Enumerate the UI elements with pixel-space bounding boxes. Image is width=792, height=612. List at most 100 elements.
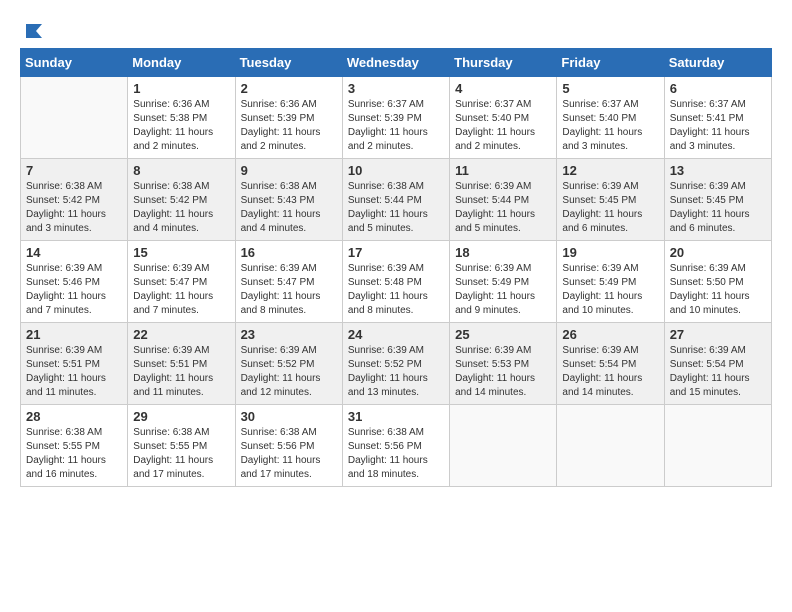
day-cell: 19Sunrise: 6:39 AM Sunset: 5:49 PM Dayli…: [557, 241, 664, 323]
day-cell: 21 Sunrise: 6:39 AM Sunset: 5:51 PM Dayli…: [21, 323, 128, 405]
day-info: Sunrise: 6:38 AM Sunset: 5:55 PM Dayligh…: [133, 426, 229, 482]
calendar: SundayMondayTuesdayWednesdayThursdayFrid…: [20, 48, 772, 487]
day-cell: 13 Sunrise: 6:39 AM Sunset: 5:45 PM Dayli…: [664, 159, 771, 241]
header-row: SundayMondayTuesdayWednesdayThursdayFrid…: [21, 49, 772, 77]
day-number: 18: [455, 245, 551, 260]
day-info: Sunrise: 6:37 AM Sunset: 5:40 PM Dayligh…: [455, 98, 551, 154]
day-info: Sunrise: 6:38 AM Sunset: 5:42 PM Dayligh…: [133, 180, 229, 236]
day-info: Sunrise: 6:39 AM Sunset: 5:47 PM Dayligh…: [133, 262, 229, 318]
day-info: Sunrise: 6:39 AM Sunset: 5:52 PM Dayligh…: [241, 344, 337, 400]
day-info: Sunrise: 6:37 AM Sunset: 5:39 PM Dayligh…: [348, 98, 444, 154]
day-info: Sunrise: 6:39 AM Sunset: 5:45 PM Dayligh…: [670, 180, 766, 236]
day-number: 2: [241, 81, 337, 96]
day-info: Sunrise: 6:36 AM Sunset: 5:39 PM Dayligh…: [241, 98, 337, 154]
day-number: 17: [348, 245, 444, 260]
day-info: Sunrise: 6:39 AM Sunset: 5:54 PM Dayligh…: [670, 344, 766, 400]
day-number: 8: [133, 163, 229, 178]
day-cell: 9 Sunrise: 6:38 AM Sunset: 5:43 PM Daylig…: [235, 159, 342, 241]
day-number: 6: [670, 81, 766, 96]
week-row-4: 21 Sunrise: 6:39 AM Sunset: 5:51 PM Dayli…: [21, 323, 772, 405]
day-info: Sunrise: 6:39 AM Sunset: 5:44 PM Dayligh…: [455, 180, 551, 236]
day-number: 13: [670, 163, 766, 178]
day-cell: [664, 405, 771, 487]
day-info: Sunrise: 6:36 AM Sunset: 5:38 PM Dayligh…: [133, 98, 229, 154]
day-number: 20: [670, 245, 766, 260]
day-cell: 30 Sunrise: 6:38 AM Sunset: 5:56 PM Dayli…: [235, 405, 342, 487]
col-header-thursday: Thursday: [450, 49, 557, 77]
day-cell: 5 Sunrise: 6:37 AM Sunset: 5:40 PM Daylig…: [557, 77, 664, 159]
day-cell: 18 Sunrise: 6:39 AM Sunset: 5:49 PM Dayli…: [450, 241, 557, 323]
day-number: 31: [348, 409, 444, 424]
day-number: 19: [562, 245, 658, 260]
day-number: 30: [241, 409, 337, 424]
day-info: Sunrise: 6:39 AM Sunset: 5:50 PM Dayligh…: [670, 262, 766, 318]
day-cell: 6Sunrise: 6:37 AM Sunset: 5:41 PM Daylig…: [664, 77, 771, 159]
day-cell: 23 Sunrise: 6:39 AM Sunset: 5:52 PM Dayli…: [235, 323, 342, 405]
col-header-tuesday: Tuesday: [235, 49, 342, 77]
day-number: 12: [562, 163, 658, 178]
day-cell: 11 Sunrise: 6:39 AM Sunset: 5:44 PM Dayli…: [450, 159, 557, 241]
day-cell: 26 Sunrise: 6:39 AM Sunset: 5:54 PM Dayli…: [557, 323, 664, 405]
day-cell: 20 Sunrise: 6:39 AM Sunset: 5:50 PM Dayli…: [664, 241, 771, 323]
day-info: Sunrise: 6:39 AM Sunset: 5:47 PM Dayligh…: [241, 262, 337, 318]
day-number: 11: [455, 163, 551, 178]
day-number: 21: [26, 327, 122, 342]
day-cell: 16 Sunrise: 6:39 AM Sunset: 5:47 PM Dayli…: [235, 241, 342, 323]
day-number: 1: [133, 81, 229, 96]
day-info: Sunrise: 6:39 AM Sunset: 5:54 PM Dayligh…: [562, 344, 658, 400]
day-cell: 7Sunrise: 6:38 AM Sunset: 5:42 PM Daylig…: [21, 159, 128, 241]
col-header-sunday: Sunday: [21, 49, 128, 77]
day-info: Sunrise: 6:38 AM Sunset: 5:55 PM Dayligh…: [26, 426, 122, 482]
day-cell: [450, 405, 557, 487]
col-header-wednesday: Wednesday: [342, 49, 449, 77]
day-cell: 27 Sunrise: 6:39 AM Sunset: 5:54 PM Dayli…: [664, 323, 771, 405]
day-info: Sunrise: 6:38 AM Sunset: 5:56 PM Dayligh…: [348, 426, 444, 482]
day-cell: 24 Sunrise: 6:39 AM Sunset: 5:52 PM Dayli…: [342, 323, 449, 405]
day-cell: 2 Sunrise: 6:36 AM Sunset: 5:39 PM Daylig…: [235, 77, 342, 159]
day-number: 27: [670, 327, 766, 342]
day-number: 10: [348, 163, 444, 178]
day-number: 16: [241, 245, 337, 260]
day-cell: 17 Sunrise: 6:39 AM Sunset: 5:48 PM Dayli…: [342, 241, 449, 323]
day-number: 24: [348, 327, 444, 342]
day-cell: 10 Sunrise: 6:38 AM Sunset: 5:44 PM Dayli…: [342, 159, 449, 241]
day-number: 5: [562, 81, 658, 96]
day-number: 7: [26, 163, 122, 178]
day-cell: 14 Sunrise: 6:39 AM Sunset: 5:46 PM Dayli…: [21, 241, 128, 323]
day-cell: 28 Sunrise: 6:38 AM Sunset: 5:55 PM Dayli…: [21, 405, 128, 487]
day-info: Sunrise: 6:38 AM Sunset: 5:43 PM Dayligh…: [241, 180, 337, 236]
day-cell: 25Sunrise: 6:39 AM Sunset: 5:53 PM Dayli…: [450, 323, 557, 405]
day-cell: 29 Sunrise: 6:38 AM Sunset: 5:55 PM Dayli…: [128, 405, 235, 487]
day-cell: 15 Sunrise: 6:39 AM Sunset: 5:47 PM Dayli…: [128, 241, 235, 323]
day-info: Sunrise: 6:39 AM Sunset: 5:45 PM Dayligh…: [562, 180, 658, 236]
day-info: Sunrise: 6:39 AM Sunset: 5:53 PM Dayligh…: [455, 344, 551, 400]
day-cell: 8 Sunrise: 6:38 AM Sunset: 5:42 PM Daylig…: [128, 159, 235, 241]
week-row-5: 28 Sunrise: 6:38 AM Sunset: 5:55 PM Dayli…: [21, 405, 772, 487]
day-info: Sunrise: 6:39 AM Sunset: 5:46 PM Dayligh…: [26, 262, 122, 318]
day-number: 15: [133, 245, 229, 260]
day-info: Sunrise: 6:39 AM Sunset: 5:49 PM Dayligh…: [455, 262, 551, 318]
logo-flag-icon: [22, 20, 44, 42]
day-cell: 3Sunrise: 6:37 AM Sunset: 5:39 PM Daylig…: [342, 77, 449, 159]
day-info: Sunrise: 6:38 AM Sunset: 5:44 PM Dayligh…: [348, 180, 444, 236]
day-number: 26: [562, 327, 658, 342]
day-info: Sunrise: 6:39 AM Sunset: 5:48 PM Dayligh…: [348, 262, 444, 318]
day-number: 23: [241, 327, 337, 342]
day-cell: 31 Sunrise: 6:38 AM Sunset: 5:56 PM Dayli…: [342, 405, 449, 487]
day-info: Sunrise: 6:37 AM Sunset: 5:40 PM Dayligh…: [562, 98, 658, 154]
col-header-friday: Friday: [557, 49, 664, 77]
col-header-monday: Monday: [128, 49, 235, 77]
day-cell: 22Sunrise: 6:39 AM Sunset: 5:51 PM Dayli…: [128, 323, 235, 405]
day-number: 28: [26, 409, 122, 424]
header: [20, 20, 772, 38]
day-number: 9: [241, 163, 337, 178]
day-number: 29: [133, 409, 229, 424]
logo: [20, 20, 44, 38]
week-row-3: 14 Sunrise: 6:39 AM Sunset: 5:46 PM Dayli…: [21, 241, 772, 323]
day-cell: [557, 405, 664, 487]
day-info: Sunrise: 6:39 AM Sunset: 5:52 PM Dayligh…: [348, 344, 444, 400]
day-number: 14: [26, 245, 122, 260]
day-info: Sunrise: 6:39 AM Sunset: 5:51 PM Dayligh…: [26, 344, 122, 400]
day-number: 4: [455, 81, 551, 96]
day-info: Sunrise: 6:38 AM Sunset: 5:56 PM Dayligh…: [241, 426, 337, 482]
